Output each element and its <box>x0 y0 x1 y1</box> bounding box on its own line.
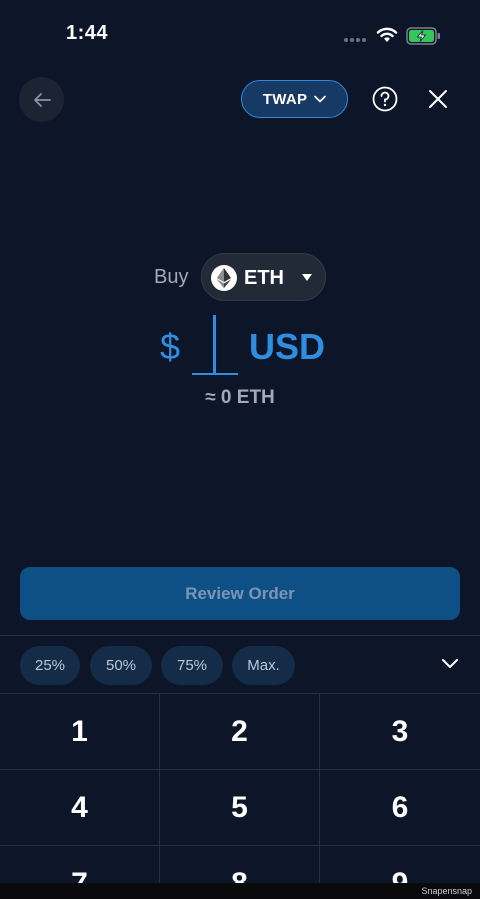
wifi-icon <box>376 27 398 42</box>
back-button[interactable] <box>19 77 64 122</box>
currency-code: USD <box>249 326 326 367</box>
key-5[interactable]: 5 <box>160 770 320 846</box>
order-type-dropdown[interactable]: TWAP <box>241 80 348 118</box>
quick-amount-50[interactable]: 50% <box>90 646 152 685</box>
collapse-chevron-icon[interactable] <box>441 658 459 670</box>
close-button[interactable] <box>427 88 449 110</box>
key-3[interactable]: 3 <box>320 694 480 770</box>
action-label: Buy <box>154 266 189 288</box>
key-6[interactable]: 6 <box>320 770 480 846</box>
key-1[interactable]: 1 <box>0 694 160 770</box>
order-type-label: TWAP <box>262 90 308 108</box>
cellular-signal-icon <box>344 38 366 42</box>
help-button[interactable] <box>372 86 398 112</box>
estimated-amount: ≈ 0 ETH <box>205 387 275 408</box>
token-selector[interactable]: ETH <box>201 253 326 301</box>
watermark-text: Snapensnap <box>421 886 472 896</box>
quick-amount-25[interactable]: 25% <box>20 646 80 685</box>
review-order-button[interactable]: Review Order <box>20 567 460 620</box>
status-time: 1:44 <box>66 22 109 44</box>
amount-underline <box>192 373 238 375</box>
status-bar: 1:44 <box>0 0 480 70</box>
battery-charging-icon <box>406 27 440 45</box>
eth-icon <box>211 265 237 291</box>
quick-amount-75[interactable]: 75% <box>161 646 223 685</box>
numeric-keypad: 1 2 3 4 5 6 7 8 9 <box>0 694 480 899</box>
currency-symbol: $ <box>160 326 181 367</box>
quick-amount-bar: 25% 50% 75% Max. <box>0 635 480 694</box>
key-4[interactable]: 4 <box>0 770 160 846</box>
key-2[interactable]: 2 <box>160 694 320 770</box>
quick-amount-max[interactable]: Max. <box>232 646 295 685</box>
caret-down-icon <box>302 274 312 281</box>
arrow-left-icon <box>33 92 51 107</box>
text-cursor <box>213 315 216 375</box>
token-symbol: ETH <box>244 267 284 289</box>
close-icon <box>429 90 447 108</box>
chevron-down-icon <box>314 95 327 103</box>
watermark-bar: Snapensnap <box>0 883 480 899</box>
question-circle-icon <box>372 86 398 112</box>
